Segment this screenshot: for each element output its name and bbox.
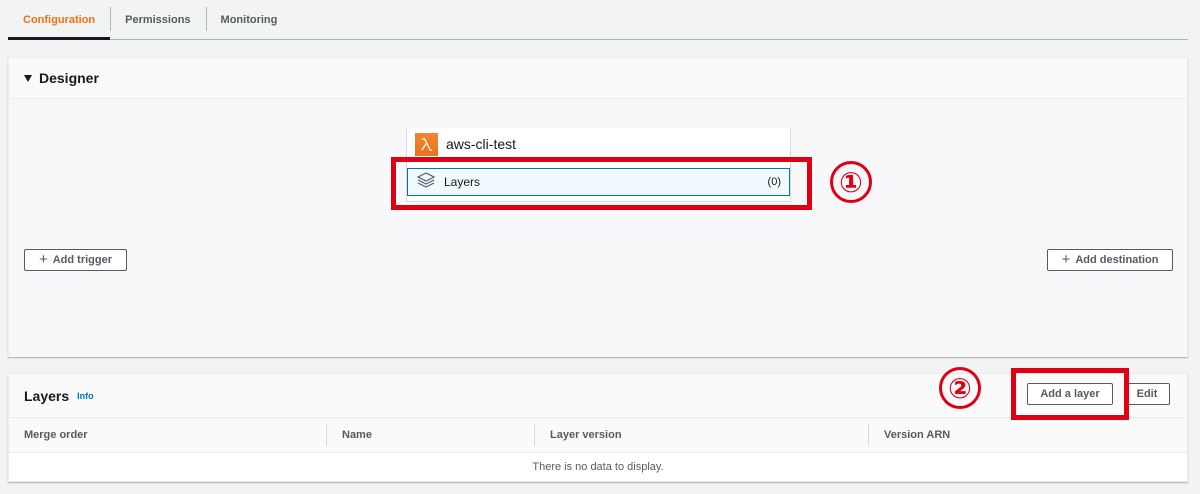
- add-destination-button[interactable]: + Add destination: [1047, 249, 1173, 271]
- info-link[interactable]: Info: [77, 391, 94, 401]
- layers-panel-header: Layers Info: [9, 374, 1187, 417]
- function-card[interactable]: aws-cli-test Layers (0): [406, 128, 791, 202]
- designer-canvas: aws-cli-test Layers (0) + Add trigger +: [9, 99, 1187, 357]
- annotation-marker-1: ①: [830, 161, 872, 203]
- marker-2-number: ②: [948, 372, 972, 404]
- add-destination-label: Add destination: [1075, 254, 1159, 266]
- layers-icon: [416, 171, 436, 194]
- table-header-row: Merge order Name Layer version Version A…: [9, 417, 1187, 453]
- layers-panel-title: Layers: [24, 387, 70, 404]
- designer-header[interactable]: Designer: [9, 58, 1187, 99]
- edit-button[interactable]: Edit: [1124, 383, 1170, 405]
- add-layer-button[interactable]: Add a layer: [1027, 383, 1113, 405]
- tab-configuration[interactable]: Configuration: [8, 0, 111, 40]
- layers-node[interactable]: Layers (0): [407, 168, 790, 196]
- add-trigger-button[interactable]: + Add trigger: [24, 249, 127, 271]
- add-layer-label: Add a layer: [1040, 388, 1100, 400]
- layers-panel: Layers Info Merge order Name Layer versi…: [8, 373, 1188, 482]
- edit-label: Edit: [1136, 388, 1158, 400]
- empty-table-message: There is no data to display.: [9, 453, 1187, 481]
- function-name: aws-cli-test: [446, 136, 517, 152]
- add-trigger-label: Add trigger: [52, 254, 113, 266]
- layers-node-label: Layers: [444, 175, 481, 189]
- column-layer-version[interactable]: Layer version: [534, 424, 868, 446]
- function-row[interactable]: aws-cli-test: [407, 128, 790, 160]
- column-name[interactable]: Name: [326, 424, 534, 446]
- designer-title: Designer: [39, 70, 99, 86]
- tab-bar: Configuration Permissions Monitoring: [8, 0, 1188, 40]
- lambda-icon: [415, 132, 438, 156]
- tab-monitoring[interactable]: Monitoring: [205, 0, 293, 39]
- caret-down-icon[interactable]: [24, 74, 32, 82]
- plus-icon: +: [38, 250, 48, 268]
- marker-1-number: ①: [839, 166, 863, 198]
- column-merge-order[interactable]: Merge order: [9, 424, 326, 446]
- plus-icon: +: [1061, 250, 1071, 268]
- column-version-arn[interactable]: Version ARN: [868, 424, 1187, 446]
- designer-panel: Designer aws-cli-test Layers (0) + Add t…: [8, 57, 1188, 357]
- tab-permissions[interactable]: Permissions: [110, 0, 205, 39]
- annotation-marker-2: ②: [939, 367, 981, 409]
- layers-node-count: (0): [767, 176, 781, 188]
